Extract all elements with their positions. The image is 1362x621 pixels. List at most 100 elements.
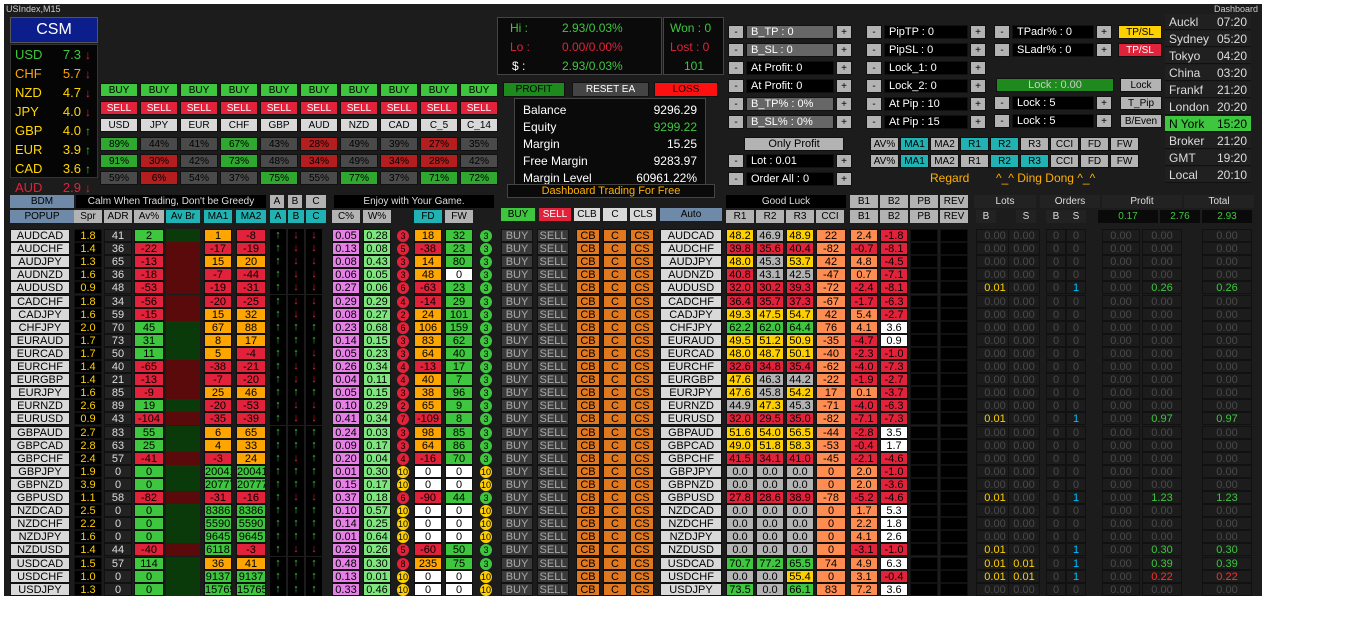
profit-button[interactable]: PROFIT bbox=[503, 82, 565, 97]
close-buy-button[interactable]: CB bbox=[576, 281, 600, 295]
close-button[interactable]: C bbox=[603, 229, 627, 242]
sell-button[interactable]: SELL bbox=[537, 464, 569, 478]
pair-name[interactable]: USDCHF bbox=[10, 569, 70, 583]
buy-button[interactable]: BUY bbox=[501, 451, 533, 465]
pair-label[interactable]: AUDJPY bbox=[660, 255, 722, 269]
close-sell-button[interactable]: CS bbox=[630, 307, 654, 321]
close-button[interactable]: C bbox=[603, 373, 627, 387]
buy-button[interactable]: BUY bbox=[420, 83, 458, 97]
buy-button[interactable]: BUY bbox=[460, 83, 498, 97]
indicator-toggle[interactable]: MA1 bbox=[900, 137, 929, 151]
only-profit-button[interactable]: Only Profit bbox=[744, 137, 844, 151]
sell-button[interactable]: SELL bbox=[537, 294, 569, 308]
pair-label[interactable]: CADJPY bbox=[660, 307, 722, 321]
buy-button[interactable]: BUY bbox=[140, 83, 178, 97]
buy-button[interactable]: BUY bbox=[180, 83, 218, 97]
close-buy-button[interactable]: CB bbox=[576, 491, 600, 504]
close-sell-button[interactable]: CS bbox=[630, 543, 654, 557]
pair-label[interactable]: NZDJPY bbox=[660, 530, 722, 544]
indicator-toggle[interactable]: R1 bbox=[960, 137, 989, 151]
close-sell-button[interactable]: CS bbox=[630, 582, 654, 596]
clb-button[interactable]: CLB bbox=[574, 208, 600, 221]
t-pip-button[interactable]: T_Pip bbox=[1120, 96, 1162, 110]
minus-button[interactable]: - bbox=[728, 154, 744, 168]
pair-label[interactable]: CADCHF bbox=[660, 294, 722, 308]
pair-name[interactable]: NZDJPY bbox=[10, 530, 70, 544]
sell-button[interactable]: SELL bbox=[460, 101, 498, 115]
close-button[interactable]: C bbox=[603, 412, 627, 426]
close-sell-button[interactable]: CS bbox=[630, 451, 654, 465]
close-buy-button[interactable]: CB bbox=[576, 307, 600, 321]
sell-button[interactable]: SELL bbox=[537, 268, 569, 282]
pair-label[interactable]: USDJPY bbox=[660, 582, 722, 596]
sell-all-button[interactable]: SELL bbox=[539, 208, 571, 221]
close-sell-button[interactable]: CS bbox=[630, 373, 654, 387]
pair-name[interactable]: EURGBP bbox=[10, 373, 70, 387]
cls-button[interactable]: CLS bbox=[630, 208, 656, 221]
pair-name[interactable]: AUDJPY bbox=[10, 255, 70, 269]
pair-name[interactable]: GBPNZD bbox=[10, 477, 70, 491]
sell-button[interactable]: SELL bbox=[537, 438, 569, 452]
pair-name[interactable]: NZDUSD bbox=[10, 543, 70, 557]
close-sell-button[interactable]: CS bbox=[630, 425, 654, 439]
indicator-toggle[interactable]: AV% bbox=[870, 154, 899, 168]
buy-button[interactable]: BUY bbox=[501, 229, 533, 242]
close-buy-button[interactable]: CB bbox=[576, 386, 600, 400]
close-button[interactable]: C bbox=[603, 294, 627, 308]
indicator-toggle[interactable]: AV% bbox=[870, 137, 899, 151]
close-sell-button[interactable]: CS bbox=[630, 569, 654, 583]
sell-button[interactable]: SELL bbox=[537, 399, 569, 413]
close-button[interactable]: C bbox=[603, 268, 627, 282]
buy-button[interactable]: BUY bbox=[260, 83, 298, 97]
close-buy-button[interactable]: CB bbox=[576, 477, 600, 491]
buy-button[interactable]: BUY bbox=[501, 412, 533, 426]
buy-button[interactable]: BUY bbox=[501, 242, 533, 256]
close-sell-button[interactable]: CS bbox=[630, 294, 654, 308]
close-sell-button[interactable]: CS bbox=[630, 464, 654, 478]
plus-button[interactable]: + bbox=[836, 154, 852, 168]
auto-button[interactable]: Auto bbox=[660, 208, 722, 221]
close-button[interactable]: C bbox=[603, 530, 627, 544]
indicator-toggle[interactable]: FD bbox=[1080, 137, 1109, 151]
pair-name[interactable]: NZDCAD bbox=[10, 504, 70, 518]
popup-button[interactable]: POPUP bbox=[10, 210, 74, 223]
sell-button[interactable]: SELL bbox=[260, 101, 298, 115]
sell-button[interactable]: SELL bbox=[537, 320, 569, 334]
pair-name[interactable]: USDJPY bbox=[10, 582, 70, 596]
close-buy-button[interactable]: CB bbox=[576, 582, 600, 596]
close-button[interactable]: C bbox=[603, 491, 627, 504]
minus-button[interactable]: - bbox=[866, 25, 882, 39]
close-buy-button[interactable]: CB bbox=[576, 412, 600, 426]
buy-button[interactable]: BUY bbox=[220, 83, 258, 97]
pair-label[interactable]: GBPUSD bbox=[660, 491, 722, 504]
buy-button[interactable]: BUY bbox=[501, 556, 533, 570]
pair-label[interactable]: GBPNZD bbox=[660, 477, 722, 491]
buy-button[interactable]: BUY bbox=[340, 83, 378, 97]
buy-button[interactable]: BUY bbox=[300, 83, 338, 97]
close-sell-button[interactable]: CS bbox=[630, 281, 654, 295]
sell-button[interactable]: SELL bbox=[537, 242, 569, 256]
close-button[interactable]: C bbox=[603, 399, 627, 413]
buy-button[interactable]: BUY bbox=[501, 569, 533, 583]
pair-name[interactable]: CHFJPY bbox=[10, 320, 70, 334]
close-button[interactable]: C bbox=[603, 281, 627, 295]
plus-button[interactable]: + bbox=[1096, 25, 1112, 39]
pair-name[interactable]: AUDCHF bbox=[10, 242, 70, 256]
pair-name[interactable]: CADCHF bbox=[10, 294, 70, 308]
pair-name[interactable]: GBPJPY bbox=[10, 464, 70, 478]
pair-name[interactable]: EURUSD bbox=[10, 412, 70, 426]
close-button[interactable]: C bbox=[603, 543, 627, 557]
buy-button[interactable]: BUY bbox=[501, 307, 533, 321]
minus-button[interactable]: - bbox=[994, 114, 1010, 128]
indicator-toggle[interactable]: FW bbox=[1110, 154, 1139, 168]
plus-button[interactable]: + bbox=[970, 115, 986, 129]
plus-button[interactable]: + bbox=[836, 172, 852, 186]
minus-button[interactable]: - bbox=[994, 96, 1010, 110]
sell-button[interactable]: SELL bbox=[537, 543, 569, 557]
plus-button[interactable]: + bbox=[970, 43, 986, 57]
close-buy-button[interactable]: CB bbox=[576, 569, 600, 583]
close-button[interactable]: C bbox=[603, 517, 627, 531]
plus-button[interactable]: + bbox=[1096, 43, 1112, 57]
close-button[interactable]: C bbox=[603, 360, 627, 373]
pair-name[interactable]: EURAUD bbox=[10, 333, 70, 347]
